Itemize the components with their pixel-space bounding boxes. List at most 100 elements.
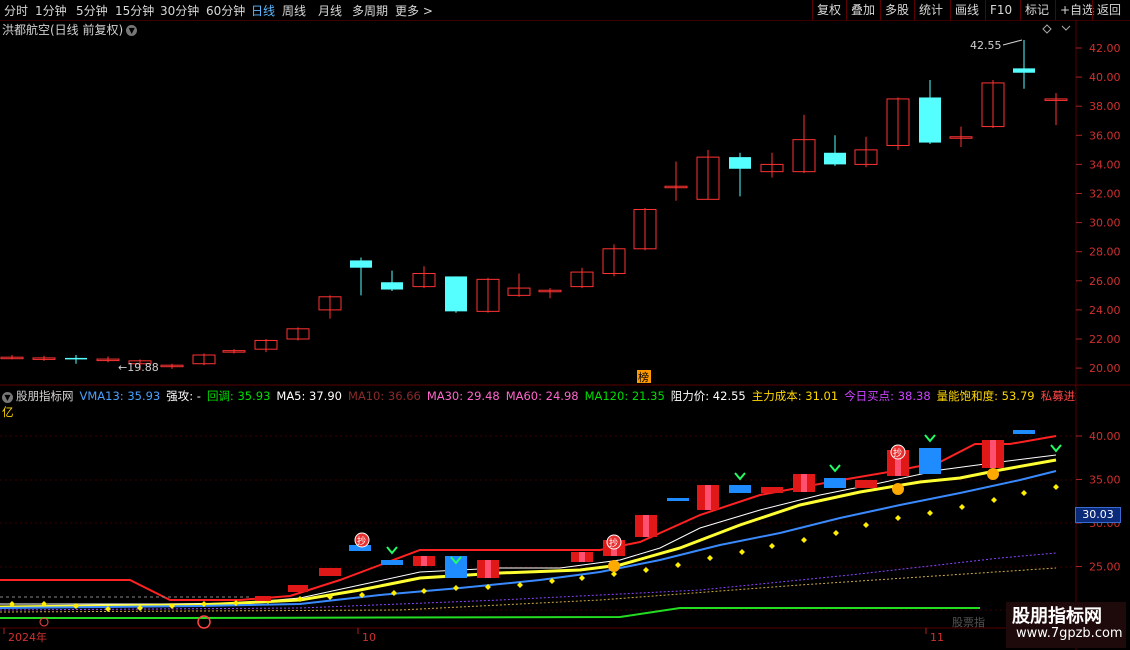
buy-dot-29 xyxy=(927,510,933,516)
buy-dot-32 xyxy=(1021,490,1027,496)
indicator-bar-line2: 亿 xyxy=(2,405,14,419)
sub-bar-17 xyxy=(855,480,877,488)
indicator-item-9: 主力成本: 31.01 xyxy=(751,389,839,403)
high-arrow xyxy=(1002,39,1023,46)
indicator-item-1: 强攻: - xyxy=(166,389,201,403)
buy-dot-28 xyxy=(895,515,901,521)
gold-signal-icon-2 xyxy=(987,468,999,480)
sub-bar-16 xyxy=(824,478,846,488)
sub-y-tick-label-3: 25.00 xyxy=(1089,561,1121,574)
sub-bar-0 xyxy=(255,596,271,601)
candle-body-14 xyxy=(445,276,467,312)
indicator-item-11: 量能饱和度: 53.79 xyxy=(936,389,1035,403)
sub-bar-4 xyxy=(381,560,403,565)
sub-bar-14 xyxy=(761,487,783,493)
y-tick-label-11: 20.00 xyxy=(1089,362,1121,375)
gold-signal-icon-1 xyxy=(892,483,904,495)
buy-dot-14 xyxy=(453,585,459,591)
buy-dot-23 xyxy=(739,549,745,555)
sub-bar-core-10 xyxy=(643,515,649,537)
indicator-item-10: 今日买点: 38.38 xyxy=(844,389,931,403)
buy-badge-label-0: 抄 xyxy=(357,535,366,547)
watermark-url: www.7gpzb.com xyxy=(1016,626,1123,641)
diamond-icon xyxy=(1042,24,1052,34)
candle-body-29 xyxy=(919,97,941,143)
chevron-icon xyxy=(1061,25,1071,31)
sub-price-tag: 30.03 xyxy=(1075,507,1121,523)
sub-bar-19 xyxy=(919,448,941,474)
buy-dot-33 xyxy=(1053,484,1059,490)
y-tick-label-2: 38.00 xyxy=(1089,100,1121,113)
sub-bar-13 xyxy=(729,485,751,493)
buy-dot-22 xyxy=(707,555,713,561)
x-axis-label-1: 10 xyxy=(362,631,376,644)
sub-bar-21 xyxy=(1013,430,1035,434)
sub-y-tick-label-0: 40.00 xyxy=(1089,430,1121,443)
green-arrow-icon-4 xyxy=(1050,444,1062,453)
indicator-item-2: 回调: 35.93 xyxy=(206,389,271,403)
candle-body-32 xyxy=(1013,68,1035,73)
y-tick-label-5: 32.00 xyxy=(1089,188,1121,201)
sub-bar-core-7 xyxy=(485,560,491,578)
candle-body-12 xyxy=(381,282,403,290)
low-price-label: ←19.88 xyxy=(118,361,159,374)
indicator-name: 股朋指标网 xyxy=(16,389,74,403)
candle-body-23 xyxy=(729,157,751,169)
candle-body-11 xyxy=(350,260,372,268)
buy-dot-24 xyxy=(769,543,775,549)
indicator-bar: ▼ 股朋指标网 VMA13: 35.93 强攻: - 回调: 35.93 MA5: 37.… xyxy=(2,388,1076,404)
buy-dot-27 xyxy=(863,522,869,528)
indicator-item-3: MA5: 37.90 xyxy=(276,389,342,403)
candle-body-2 xyxy=(65,357,87,360)
y-tick-label-4: 34.00 xyxy=(1089,158,1121,171)
marker-label: 榜 xyxy=(638,370,649,384)
y-tick-label-0: 42.00 xyxy=(1089,42,1121,55)
y-tick-label-9: 24.00 xyxy=(1089,304,1121,317)
sub-y-tick-label-1: 35.00 xyxy=(1089,474,1121,487)
gold-signal-icon-0 xyxy=(608,560,620,572)
indicator-item-0: VMA13: 35.93 xyxy=(79,389,161,403)
indicator-item-12: 私募进场: 0.00 xyxy=(1040,389,1076,403)
sub-bar-core-5 xyxy=(421,556,427,566)
green-arrow-icon-2 xyxy=(829,464,841,473)
sub-bar-core-12 xyxy=(705,485,711,510)
watermark-title: 股朋指标网 xyxy=(1012,606,1102,627)
y-tick-label-3: 36.00 xyxy=(1089,129,1121,142)
indicator-item-8: 阻力价: 42.55 xyxy=(670,389,746,403)
indicator-toggle-icon[interactable]: ▼ xyxy=(2,392,13,403)
sub-bar-core-20 xyxy=(990,440,996,468)
high-price-label: 42.55 xyxy=(970,39,1002,52)
indicator-item-4: MA10: 36.66 xyxy=(347,389,421,403)
green-arrow-icon-1 xyxy=(734,472,746,481)
buy-dot-26 xyxy=(833,530,839,536)
watermark: 股朋指标网 www.7gpzb.com xyxy=(1006,602,1126,648)
buy-dot-18 xyxy=(579,575,585,581)
ma-yellow-line xyxy=(0,458,1057,609)
green-arrow-icon-0 xyxy=(386,546,398,555)
buy-dot-13 xyxy=(421,588,427,594)
indicator-item-5: MA30: 29.48 xyxy=(426,389,500,403)
y-tick-label-6: 30.00 xyxy=(1089,217,1121,230)
y-tick-label-10: 22.00 xyxy=(1089,333,1121,346)
sub-bar-2 xyxy=(319,568,341,576)
buy-dot-25 xyxy=(801,537,807,543)
small-ring-icon xyxy=(39,617,49,627)
x-axis-label-2: 11 xyxy=(930,631,944,644)
buy-badge-label-2: 抄 xyxy=(893,447,902,459)
watermark-small: 股票指 xyxy=(952,616,985,629)
buy-dot-20 xyxy=(643,567,649,573)
buy-dot-12 xyxy=(391,590,397,596)
sub-bar-1 xyxy=(288,585,308,592)
chart-canvas[interactable]: 42.00 40.00 38.00 36.00 34.00 32.00 30.00 28.00… xyxy=(0,0,1130,650)
candle-body-26 xyxy=(824,152,846,165)
buy-dot-30 xyxy=(959,504,965,510)
indicator-item-6: MA60: 24.98 xyxy=(505,389,579,403)
buy-dot-31 xyxy=(991,497,997,503)
x-axis-label-0: 2024年 xyxy=(8,630,47,644)
indicator-item-7: MA120: 21.35 xyxy=(584,389,665,403)
y-tick-label-1: 40.00 xyxy=(1089,71,1121,84)
y-tick-label-8: 26.00 xyxy=(1089,275,1121,288)
sub-bar-core-8 xyxy=(579,552,585,562)
sub-bar-6 xyxy=(445,556,467,578)
buy-badge-label-1: 抄 xyxy=(609,537,618,549)
